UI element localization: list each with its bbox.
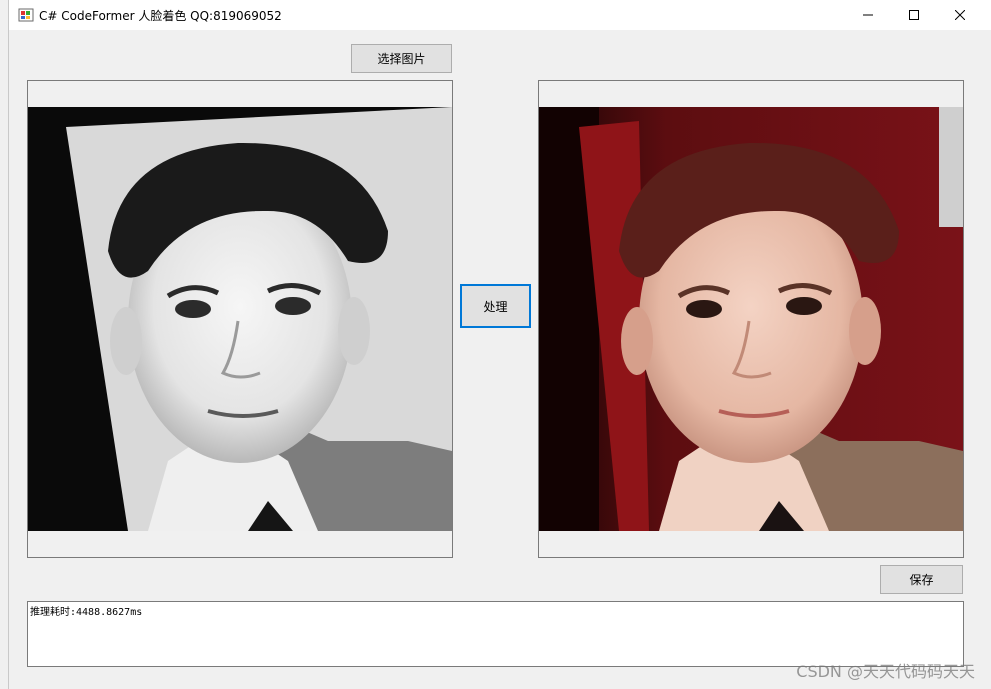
close-icon bbox=[955, 10, 965, 20]
minimize-button[interactable] bbox=[845, 0, 891, 30]
maximize-button[interactable] bbox=[891, 0, 937, 30]
app-icon bbox=[18, 8, 34, 22]
main-window: C# CodeFormer 人脸着色 QQ:819069052 选择图片 处理 … bbox=[8, 0, 991, 689]
source-image bbox=[28, 107, 452, 531]
title-bar[interactable]: C# CodeFormer 人脸着色 QQ:819069052 bbox=[9, 0, 991, 30]
result-image bbox=[539, 107, 963, 531]
minimize-icon bbox=[863, 14, 873, 16]
source-image-box bbox=[27, 80, 453, 558]
close-button[interactable] bbox=[937, 0, 983, 30]
process-button[interactable]: 处理 bbox=[460, 284, 531, 328]
select-image-button[interactable]: 选择图片 bbox=[351, 44, 452, 73]
watermark-text: CSDN @天天代码码天天 bbox=[796, 662, 975, 681]
save-button[interactable]: 保存 bbox=[880, 565, 963, 594]
result-image-box bbox=[538, 80, 964, 558]
window-title: C# CodeFormer 人脸着色 QQ:819069052 bbox=[39, 9, 282, 23]
maximize-icon bbox=[909, 10, 919, 20]
